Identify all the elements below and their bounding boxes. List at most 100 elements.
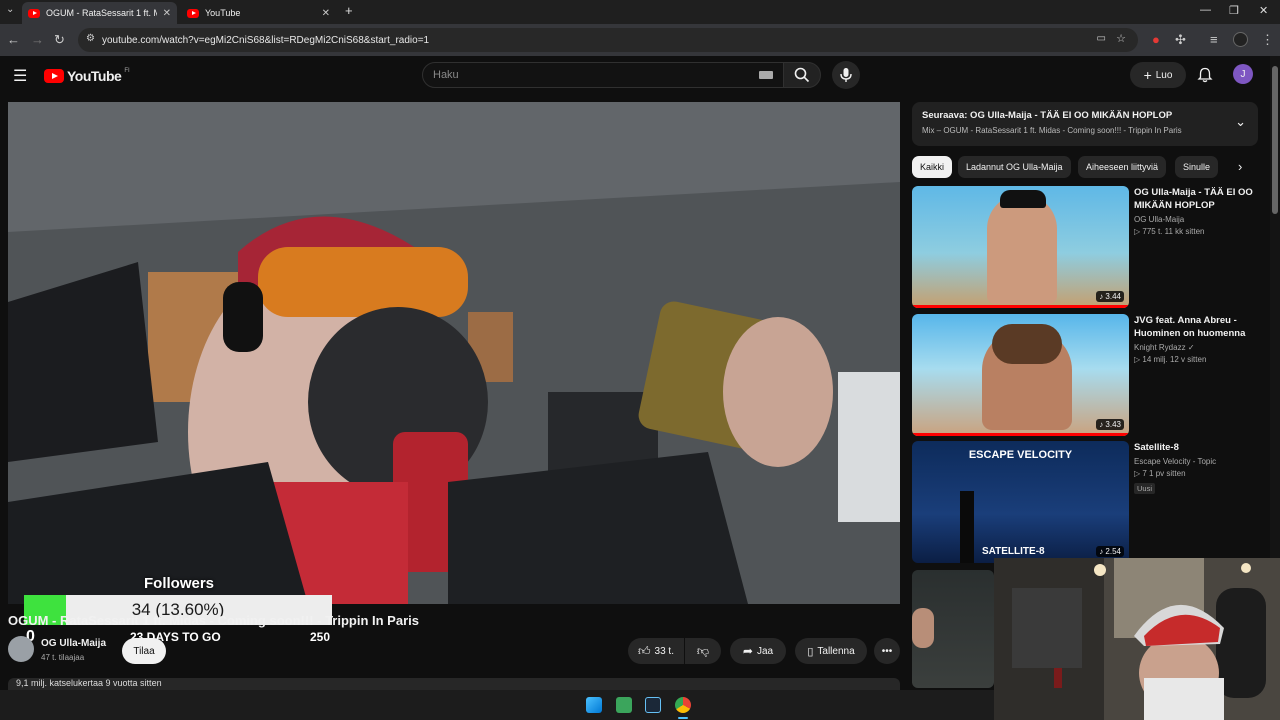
forward-icon[interactable]: →: [31, 32, 44, 47]
chrome-icon[interactable]: [675, 697, 691, 713]
duration-badge: ♪ 2.54: [1096, 546, 1124, 557]
rec-title[interactable]: Satellite-8: [1134, 441, 1262, 454]
search-input[interactable]: Haku: [422, 62, 784, 88]
chip-related[interactable]: Aiheeseen liittyviä: [1078, 156, 1167, 178]
subscribe-label: Tilaa: [133, 645, 155, 657]
create-button[interactable]: + Luo: [1130, 62, 1186, 88]
voice-search-button[interactable]: [832, 61, 860, 89]
up-next-title: Seuraava: OG Ulla-Maija - TÄÄ EI OO MIKÄ…: [922, 110, 1173, 121]
restore-icon[interactable]: ❐: [1229, 4, 1239, 17]
rec-meta: ▷ 14 milj. 12 v sitten: [1134, 355, 1207, 364]
logo-text: YouTube: [67, 68, 122, 84]
windows-start-icon[interactable]: [586, 697, 602, 713]
chevron-down-icon[interactable]: ⌄: [1235, 114, 1246, 130]
region-code: FI: [124, 68, 130, 74]
rec-channel[interactable]: OG Ulla-Maija: [1134, 215, 1262, 224]
view-stats: 9,1 milj. katselukertaa 9 vuotta sitten: [16, 678, 162, 688]
thumbnail-figure: [987, 194, 1057, 304]
rec-channel[interactable]: Knight Rydazz ✓: [1134, 343, 1262, 352]
extensions-icon[interactable]: ✣: [1175, 32, 1186, 48]
thumbnail-figure: [912, 608, 934, 648]
notifications-bell-icon[interactable]: [1197, 67, 1213, 83]
extension-record-icon[interactable]: ●: [1152, 32, 1160, 47]
rec-channel[interactable]: Escape Velocity - Topic: [1134, 457, 1262, 466]
save-label: Tallenna: [817, 645, 855, 657]
chevron-right-icon[interactable]: ›: [1238, 159, 1242, 174]
address-bar[interactable]: ⚙ youtube.com/watch?v=egMi2CniS68&list=R…: [78, 28, 1138, 52]
profile-avatar-icon[interactable]: [1233, 32, 1248, 47]
video-description-box[interactable]: 9,1 milj. katselukertaa 9 vuotta sitten: [8, 678, 900, 690]
tab-list-icon[interactable]: ⌄: [6, 4, 14, 15]
page-scrollbar[interactable]: [1270, 56, 1280, 558]
thumbnail-top-text: ESCAPE VELOCITY: [968, 449, 1073, 461]
site-info-icon[interactable]: ⚙: [86, 33, 95, 44]
tab-title: YouTube: [205, 8, 241, 18]
new-badge: Uusi: [1134, 483, 1156, 494]
microphone-icon: [840, 68, 852, 82]
subscribe-button[interactable]: Tilaa: [122, 638, 166, 664]
channel-name[interactable]: OG Ulla-Maija: [41, 638, 106, 649]
taskbar: [0, 690, 994, 720]
chip-for-you[interactable]: Sinulle: [1175, 156, 1219, 178]
thumbnail: ESCAPE VELOCITY SATELLITE-8 ♪ 2.54: [912, 441, 1129, 563]
share-button[interactable]: ➦ Jaa: [730, 638, 786, 664]
rec-title[interactable]: JVG feat. Anna Abreu - Huominen on huome…: [1134, 314, 1262, 340]
youtube-logo[interactable]: YouTube FI: [44, 68, 130, 84]
tab-youtube[interactable]: YouTube ✕: [181, 2, 336, 24]
video-title: OGUM - RataSessarit 1 ft. Midas - Coming…: [8, 613, 419, 628]
close-tab-icon[interactable]: ✕: [163, 8, 171, 19]
account-avatar[interactable]: J: [1233, 64, 1253, 84]
search-icon: [794, 67, 810, 83]
recommendation-item[interactable]: ♪ 3.44 OG Ulla-Maija - TÄÄ EI OO MIKÄÄN …: [912, 186, 1267, 310]
steam-icon[interactable]: [645, 697, 661, 713]
progress-stripe: [912, 433, 1129, 436]
minimize-icon[interactable]: —: [1200, 4, 1211, 16]
webcam-image: [994, 558, 1280, 720]
recommendation-info: JVG feat. Anna Abreu - Huominen on huome…: [1134, 314, 1262, 364]
new-tab-button[interactable]: +: [345, 3, 353, 18]
search-placeholder: Haku: [433, 69, 459, 81]
bookmark-icon: ▯: [807, 645, 814, 658]
reload-icon[interactable]: ↻: [54, 32, 65, 48]
chip-kaikki[interactable]: Kaikki: [912, 156, 953, 178]
up-next-subtitle: Mix – OGUM - RataSessarit 1 ft. Midas - …: [922, 126, 1182, 135]
recommendation-info: OG Ulla-Maija - TÄÄ EI OO MIKÄÄN HOPLOP …: [1134, 186, 1262, 236]
window-close-icon[interactable]: ✕: [1259, 4, 1268, 17]
up-next-panel[interactable]: Seuraava: OG Ulla-Maija - TÄÄ EI OO MIKÄ…: [912, 102, 1258, 146]
more-actions-button[interactable]: •••: [874, 638, 900, 664]
back-icon[interactable]: ←: [7, 32, 20, 47]
dislike-button[interactable]: 👎︎: [685, 638, 721, 664]
recommendation-item-partial[interactable]: [912, 570, 994, 688]
scrollbar-thumb[interactable]: [1272, 66, 1278, 214]
rec-meta: ▷ 775 t. 11 kk sitten: [1134, 227, 1205, 236]
video-player[interactable]: [8, 102, 900, 604]
save-button[interactable]: ▯ Tallenna: [795, 638, 867, 664]
discord-icon[interactable]: [616, 697, 632, 713]
keyboard-icon[interactable]: [759, 71, 773, 79]
install-app-icon[interactable]: ▭: [1097, 33, 1106, 44]
rec-title[interactable]: OG Ulla-Maija - TÄÄ EI OO MIKÄÄN HOPLOP: [1134, 186, 1262, 212]
recommendation-item[interactable]: ESCAPE VELOCITY SATELLITE-8 ♪ 2.54 Satel…: [912, 441, 1267, 565]
rec-meta: ▷ 7 1 pv sitten: [1134, 469, 1186, 478]
browser-menu-icon[interactable]: ⋮: [1261, 32, 1274, 48]
channel-row: OG Ulla-Maija 47 t. tilaajaa Tilaa 👍︎ 33…: [8, 636, 900, 666]
duration-badge: ♪ 3.44: [1096, 291, 1124, 302]
like-button[interactable]: 👍︎ 33 t.: [628, 638, 684, 664]
chip-uploaded-by[interactable]: Ladannut OG Ulla-Maija: [958, 156, 1071, 178]
recommendation-item[interactable]: ♪ 3.43 JVG feat. Anna Abreu - Huominen o…: [912, 314, 1267, 438]
video-frame-image: [8, 102, 900, 604]
avatar-letter: J: [1240, 68, 1246, 80]
thumbnail-cap: [1000, 190, 1046, 208]
close-tab-icon[interactable]: ✕: [322, 8, 330, 19]
channel-avatar[interactable]: [8, 636, 34, 662]
tab-ogum[interactable]: OGUM - RataSessarit 1 ft. Midas ✕: [22, 2, 177, 24]
progress-stripe: [912, 305, 1129, 308]
media-control-icon[interactable]: ≡: [1210, 32, 1218, 47]
browser-nav-bar: ← → ↻ ⚙ youtube.com/watch?v=egMi2CniS68&…: [0, 24, 1280, 56]
search-button[interactable]: [783, 62, 821, 88]
thumbnail: ♪ 3.43: [912, 314, 1129, 436]
thumbnail-silhouette: [960, 491, 974, 563]
like-count: 33 t.: [654, 645, 674, 657]
hamburger-menu-icon[interactable]: ☰: [13, 66, 27, 86]
bookmark-star-icon[interactable]: ☆: [1116, 32, 1126, 45]
